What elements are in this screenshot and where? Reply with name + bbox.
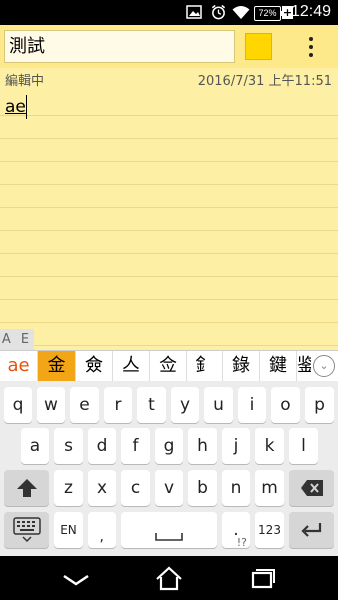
key-c[interactable]: c [121,470,150,506]
period-key[interactable]: . !? [222,512,250,549]
candidate-item[interactable]: 錄 [223,351,260,381]
language-key[interactable]: EN [54,512,83,548]
key-h[interactable]: h [188,428,217,464]
edit-status-label: 編輯中 [5,74,45,89]
candidate-item[interactable]: 釒 [187,351,223,381]
space-key[interactable] [121,512,217,548]
space-icon [155,533,183,541]
comma-key[interactable]: , [88,512,116,548]
key-b[interactable]: b [188,470,217,506]
note-color-button[interactable] [245,33,272,60]
key-i[interactable]: i [238,387,266,423]
key-p[interactable]: p [305,387,334,423]
ime-candidate-bar: ae 金 僉 亼 佥 釒 錄 鍵 鉴 ⌄ [0,350,338,381]
note-body-text[interactable]: ae [5,97,26,117]
candidate-item[interactable]: 佥 [150,351,187,381]
candidate-item[interactable]: 金 [38,351,76,381]
candidate-item[interactable]: 亼 [113,351,150,381]
key-d[interactable]: d [88,428,116,464]
key-a[interactable]: a [21,428,49,464]
candidate-item[interactable]: 鉴 [297,351,311,381]
enter-key[interactable] [289,512,334,548]
back-icon[interactable] [56,564,96,592]
key-y[interactable]: y [171,387,199,423]
note-timestamp: 2016/7/31 上午11:51 [197,74,332,89]
key-o[interactable]: o [271,387,300,423]
clock: 12:49 [290,3,331,20]
image-icon [186,5,202,19]
key-n[interactable]: n [222,470,250,506]
key-e[interactable]: e [70,387,99,423]
system-nav-bar [0,556,338,600]
home-icon[interactable] [149,564,189,592]
key-v[interactable]: v [155,470,183,506]
keyboard-settings-icon [12,517,41,543]
app-toolbar: 測試 [0,25,338,68]
enter-icon [300,523,321,537]
keyboard-settings-key[interactable] [4,512,49,548]
key-w[interactable]: w [37,387,65,423]
ime-composing-text[interactable]: ae [0,351,38,381]
candidate-item[interactable]: 僉 [76,351,113,381]
key-r[interactable]: r [104,387,132,423]
note-title-input[interactable]: 測試 [4,30,235,63]
key-s[interactable]: s [54,428,83,464]
period-sub-label: !? [236,536,247,549]
key-j[interactable]: j [222,428,250,464]
key-u[interactable]: u [204,387,233,423]
backspace-icon [300,480,323,496]
battery-icon: 72% [254,6,283,21]
key-f[interactable]: f [121,428,150,464]
candidate-item[interactable]: 鍵 [260,351,297,381]
more-vert-icon[interactable] [302,34,320,60]
recents-icon[interactable] [242,564,282,592]
backspace-key[interactable] [289,470,334,506]
note-body-area[interactable] [0,93,338,350]
chevron-down-icon[interactable]: ⌄ [313,355,335,377]
key-x[interactable]: x [88,470,116,506]
alarm-clock-icon [211,4,226,20]
note-editor: 測試 編輯中 2016/7/31 上午11:51 ae [0,25,338,350]
key-z[interactable]: z [54,470,83,506]
key-t[interactable]: t [137,387,166,423]
key-l[interactable]: l [289,428,318,464]
soft-keyboard: q w e r t y u i o p a s d f g h j k l z … [0,381,338,556]
numbers-key[interactable]: 123 [255,512,284,548]
text-cursor [26,95,27,119]
key-m[interactable]: m [255,470,284,506]
status-bar: 72% + 12:49 [0,0,338,25]
comma-key-label: , [99,529,104,545]
wifi-icon [232,6,250,19]
battery-percent: 72% [258,8,277,18]
ime-language-toggle[interactable]: A E [0,329,34,350]
key-g[interactable]: g [155,428,183,464]
key-q[interactable]: q [4,387,32,423]
shift-key[interactable] [4,470,49,506]
key-k[interactable]: k [255,428,284,464]
shift-icon [16,479,37,497]
